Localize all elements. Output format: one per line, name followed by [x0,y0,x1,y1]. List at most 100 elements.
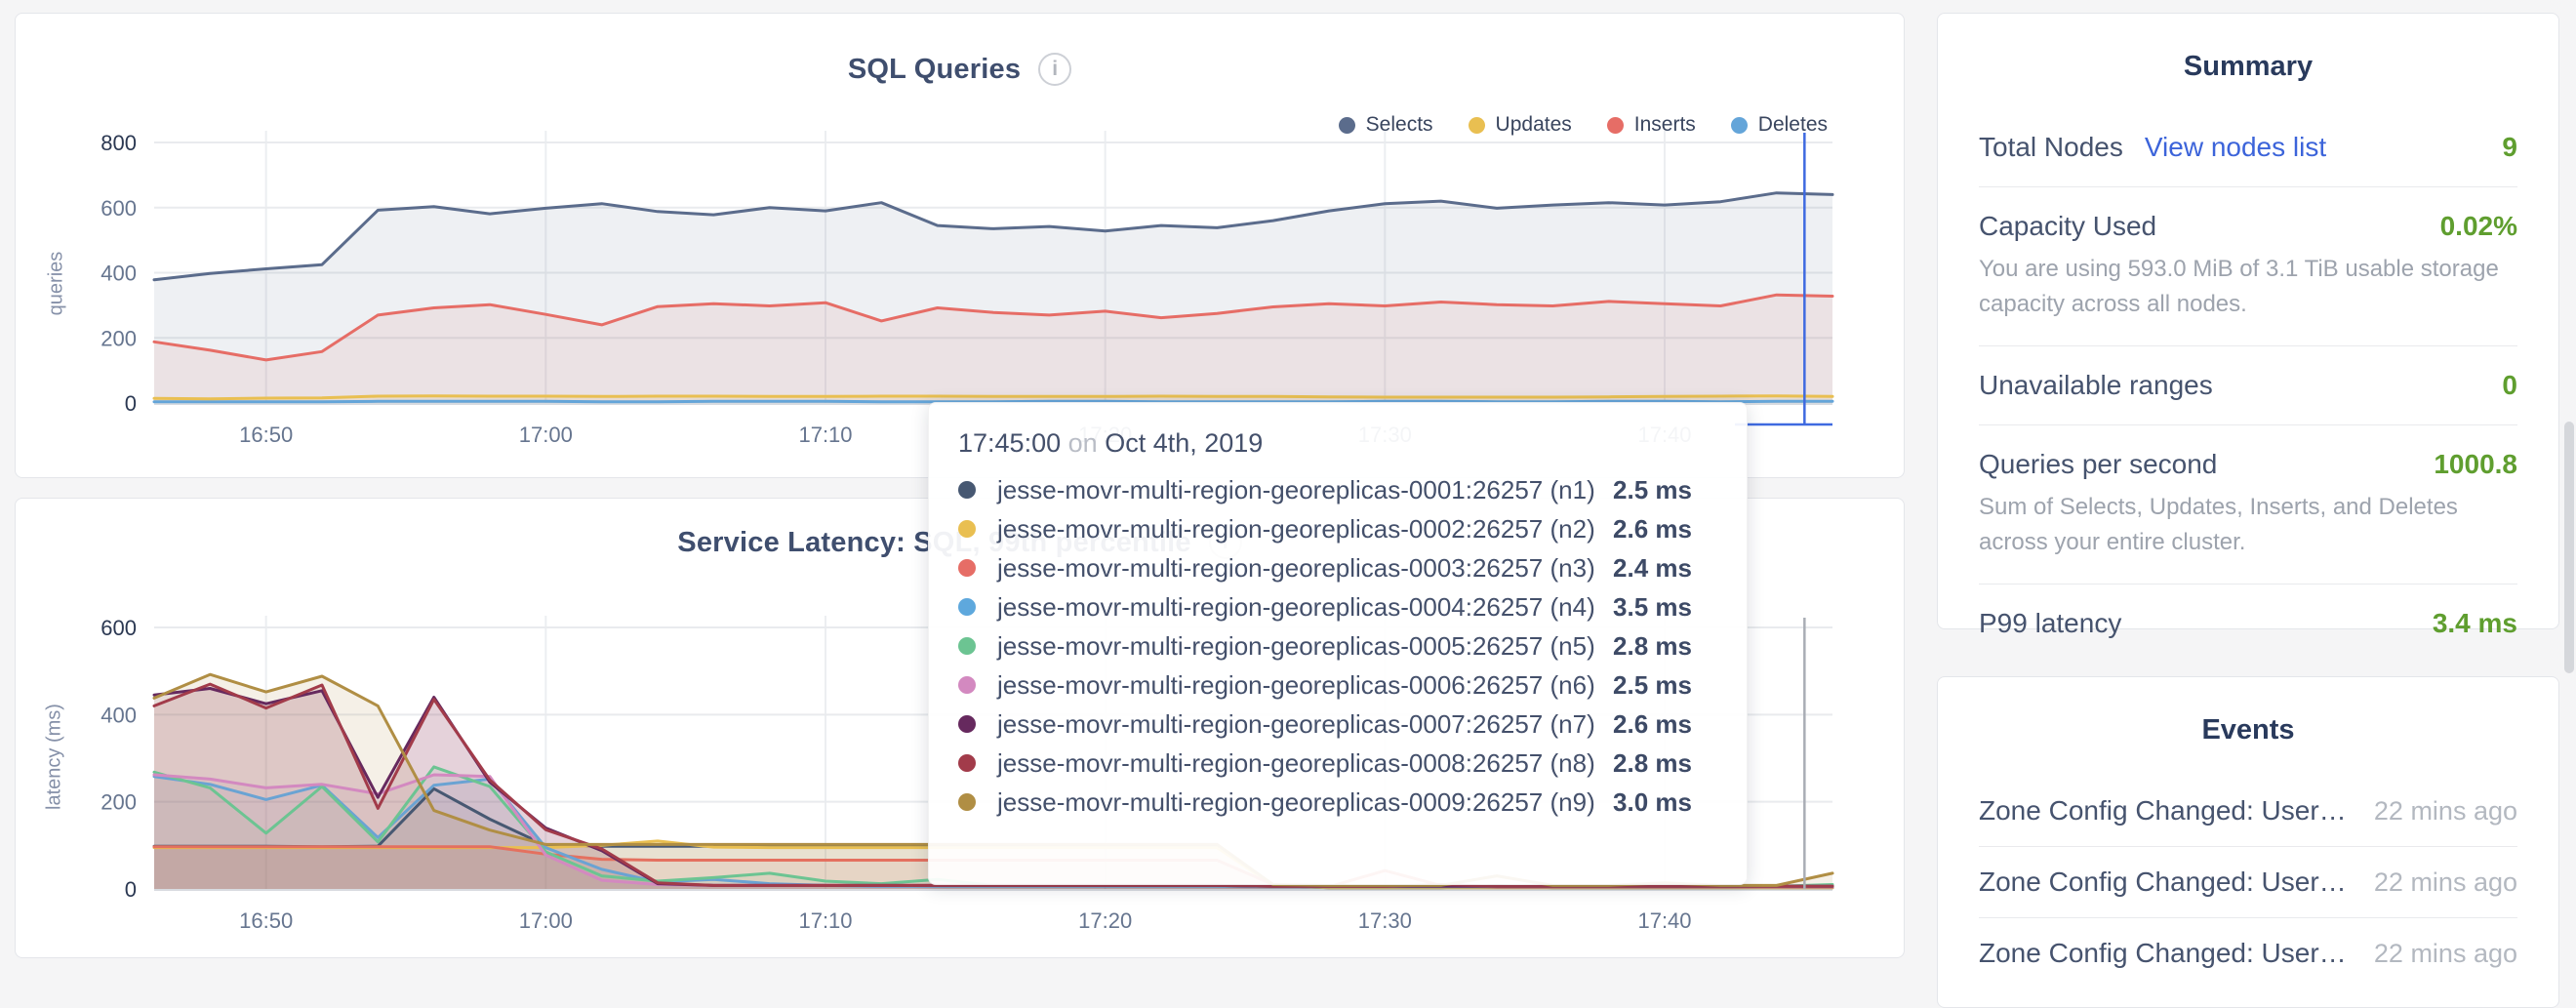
legend-dot [1607,117,1624,134]
node-name: jesse-movr-multi-region-georeplicas-0003… [997,553,1595,584]
svg-text:17:30: 17:30 [1358,908,1412,933]
events-panel: Events Zone Config Changed: User… 22 mins… [1937,676,2559,1008]
legend-label: Inserts [1634,113,1696,137]
info-icon[interactable]: i [1038,53,1071,86]
summary-stat-row: Unavailable ranges0 [1979,346,2517,425]
legend-label: Deletes [1758,113,1828,137]
svg-text:600: 600 [101,616,137,640]
series-color-dot [958,598,976,616]
legend-dot [1731,117,1748,134]
tooltip-node-row: jesse-movr-multi-region-georeplicas-0004… [958,587,1719,626]
svg-text:17:10: 17:10 [798,908,852,933]
svg-text:17:10: 17:10 [798,423,852,447]
node-latency-value: 2.4 ms [1613,553,1692,584]
series-color-dot [958,793,976,811]
legend-dot [1469,117,1485,134]
legend-item-deletes[interactable]: Deletes [1731,113,1828,137]
summary-stat-row: Queries per second 1000.8 Sum of Selects, … [1979,425,2517,585]
legend-item-inserts[interactable]: Inserts [1607,113,1696,137]
svg-text:16:50: 16:50 [239,423,293,447]
event-time: 22 mins ago [2374,867,2517,898]
svg-text:17:00: 17:00 [519,423,573,447]
series-color-dot [958,715,976,733]
tooltip-rows: jesse-movr-multi-region-georeplicas-0001… [958,470,1719,822]
node-name: jesse-movr-multi-region-georeplicas-0007… [997,709,1595,740]
stat-value: 3.4 ms [2433,608,2517,639]
svg-text:0: 0 [125,391,137,416]
svg-text:17:40: 17:40 [1637,908,1691,933]
svg-text:16:50: 16:50 [239,908,293,933]
legend-item-selects[interactable]: Selects [1339,113,1433,137]
stat-description: Sum of Selects, Updates, Inserts, and De… [1979,490,2517,560]
svg-text:17:20: 17:20 [1078,908,1132,933]
event-row[interactable]: Zone Config Changed: User… 22 mins ago [1979,847,2517,918]
node-name: jesse-movr-multi-region-georeplicas-0005… [997,631,1595,662]
stat-label: Queries per second [1979,449,2217,480]
event-time: 22 mins ago [2374,796,2517,827]
node-name: jesse-movr-multi-region-georeplicas-0008… [997,748,1595,779]
tooltip-node-row: jesse-movr-multi-region-georeplicas-0005… [958,626,1719,665]
tooltip-node-row: jesse-movr-multi-region-georeplicas-0002… [958,509,1719,548]
legend-label: Updates [1496,113,1572,137]
summary-panel: Summary Total Nodes View nodes list 9 Capac… [1937,13,2559,629]
stat-label: P99 latency [1979,608,2121,639]
node-latency-value: 2.8 ms [1613,631,1692,662]
tooltip-on-word: on [1068,428,1098,458]
series-color-dot [958,637,976,655]
node-name: jesse-movr-multi-region-georeplicas-0009… [997,787,1595,818]
stat-label: Unavailable ranges [1979,370,2213,401]
node-latency-value: 2.8 ms [1613,748,1692,779]
svg-text:17:00: 17:00 [519,908,573,933]
series-color-dot [958,559,976,577]
tooltip-node-row: jesse-movr-multi-region-georeplicas-0007… [958,705,1719,744]
events-title: Events [1979,677,2517,746]
series-color-dot [958,676,976,694]
event-row[interactable]: Zone Config Changed: User… 22 mins ago [1979,776,2517,847]
summary-title: Summary [1979,14,2517,83]
tooltip-node-row: jesse-movr-multi-region-georeplicas-0008… [958,744,1719,783]
legend-item-updates[interactable]: Updates [1469,113,1572,137]
svg-text:800: 800 [101,131,137,155]
scrollbar-thumb[interactable] [2564,422,2574,673]
node-name: jesse-movr-multi-region-georeplicas-0002… [997,514,1595,544]
node-latency-value: 3.0 ms [1613,787,1692,818]
summary-rows: Total Nodes View nodes list 9 Capacity Used… [1979,108,2517,663]
node-name: jesse-movr-multi-region-georeplicas-0006… [997,670,1595,701]
stat-label: Capacity Used [1979,211,2156,242]
event-label: Zone Config Changed: User… [1979,867,2347,898]
node-latency-value: 3.5 ms [1613,592,1692,623]
chart-hover-tooltip: 17:45:00 on Oct 4th, 2019 jesse-movr-mul… [928,402,1748,885]
tooltip-node-row: jesse-movr-multi-region-georeplicas-0001… [958,470,1719,509]
events-rows: Zone Config Changed: User…22 mins agoZon… [1979,776,2517,988]
series-color-dot [958,520,976,538]
event-label: Zone Config Changed: User… [1979,938,2347,969]
y-axis-unit-label: queries [46,225,68,343]
tooltip-node-row: jesse-movr-multi-region-georeplicas-0009… [958,783,1719,822]
svg-text:200: 200 [101,326,137,350]
node-name: jesse-movr-multi-region-georeplicas-0004… [997,592,1595,623]
tooltip-node-row: jesse-movr-multi-region-georeplicas-0006… [958,665,1719,705]
svg-text:400: 400 [101,262,137,286]
node-latency-value: 2.5 ms [1613,670,1692,701]
node-latency-value: 2.6 ms [1613,514,1692,544]
node-name: jesse-movr-multi-region-georeplicas-0001… [997,475,1595,505]
chart-legend: Selects Updates Inserts Deletes [1339,113,1828,137]
event-time: 22 mins ago [2374,939,2517,969]
node-latency-value: 2.6 ms [1613,709,1692,740]
svg-text:0: 0 [125,877,137,902]
tooltip-timestamp: 17:45:00 on Oct 4th, 2019 [958,428,1719,459]
legend-dot [1339,117,1355,134]
view-nodes-list-link[interactable]: View nodes list [2145,132,2326,163]
series-color-dot [958,481,976,499]
event-row[interactable]: Zone Config Changed: User… 22 mins ago [1979,918,2517,988]
svg-text:200: 200 [101,790,137,815]
stat-description: You are using 593.0 MiB of 3.1 TiB usabl… [1979,252,2517,322]
event-label: Zone Config Changed: User… [1979,795,2347,827]
stat-value: 1000.8 [2434,449,2517,480]
stat-label: Total Nodes [1979,132,2123,163]
svg-text:400: 400 [101,703,137,727]
node-latency-value: 2.5 ms [1613,475,1692,505]
stat-value: 9 [2502,132,2517,163]
summary-stat-row: Capacity Used0.02%You are using 593.0 Mi… [1979,187,2517,346]
summary-stat-row: P99 latency 3.4 ms [1979,585,2517,663]
